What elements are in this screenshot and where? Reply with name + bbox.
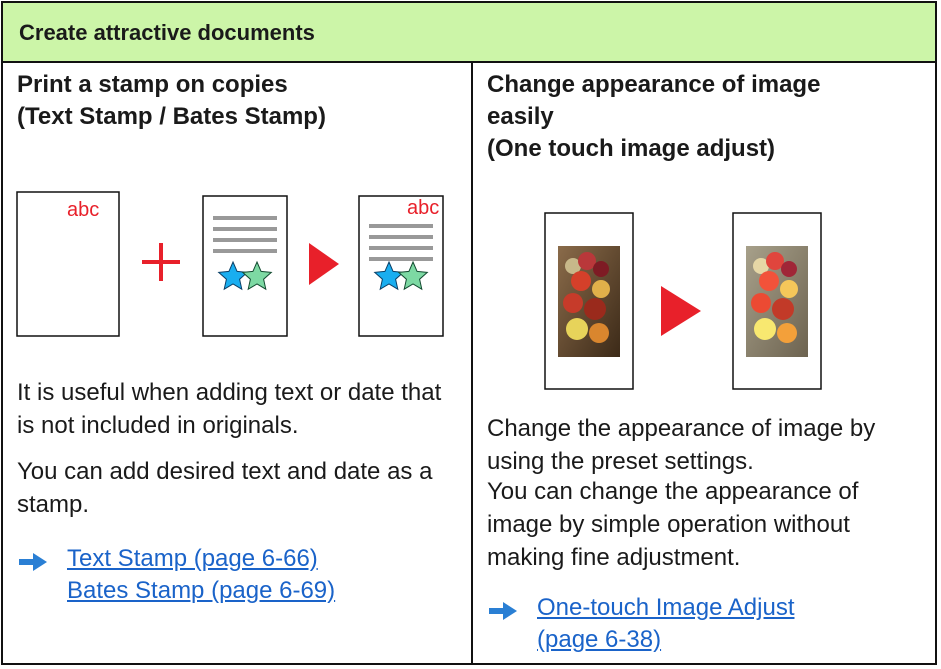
stamp-illustration: abc abc (16, 191, 444, 337)
feature-panel: Create attractive documents Print a stam… (1, 1, 937, 665)
result-arrow-icon (309, 243, 339, 285)
section-title: Create attractive documents (19, 20, 315, 45)
stamp-text-1: abc (67, 199, 99, 221)
text-stamp-references: Text Stamp (page 6-66) Bates Stamp (page… (19, 543, 335, 607)
image-adjust-detail: You can change the appearance of image b… (487, 478, 859, 571)
reference-arrow-icon (19, 553, 47, 571)
original-image-page-icon (544, 212, 634, 390)
text-stamp-link[interactable]: Text Stamp (page 6-66) (67, 543, 335, 575)
one-touch-image-adjust-page-link[interactable]: (page 6-38) (537, 624, 794, 656)
plus-icon (142, 243, 180, 281)
section-header: Create attractive documents (3, 3, 935, 63)
text-stamp-title: Print a stamp on copies (Text Stamp / Ba… (17, 71, 326, 130)
image-adjust-column: Change appearance of image easily (One t… (473, 63, 935, 663)
document-page-icon (202, 195, 288, 337)
text-stamp-detail: You can add desired text and date as a s… (17, 458, 433, 518)
stamp-text-2: abc (407, 197, 439, 219)
bates-stamp-link[interactable]: Bates Stamp (page 6-69) (67, 575, 335, 607)
image-adjust-references: One-touch Image Adjust (page 6-38) (489, 592, 794, 656)
text-stamp-description: It is useful when adding text or date th… (17, 379, 442, 439)
reference-arrow-icon (489, 602, 517, 620)
adjust-arrow-icon (661, 286, 701, 336)
image-adjust-illustration (544, 212, 822, 390)
one-touch-image-adjust-link[interactable]: One-touch Image Adjust (537, 592, 794, 624)
stamped-page-icon: abc (358, 195, 444, 337)
adjusted-image-page-icon (732, 212, 822, 390)
image-adjust-title: Change appearance of image easily (One t… (487, 71, 821, 162)
text-stamp-column: Print a stamp on copies (Text Stamp / Ba… (3, 63, 471, 663)
image-adjust-description: Change the appearance of image by using … (487, 415, 876, 475)
